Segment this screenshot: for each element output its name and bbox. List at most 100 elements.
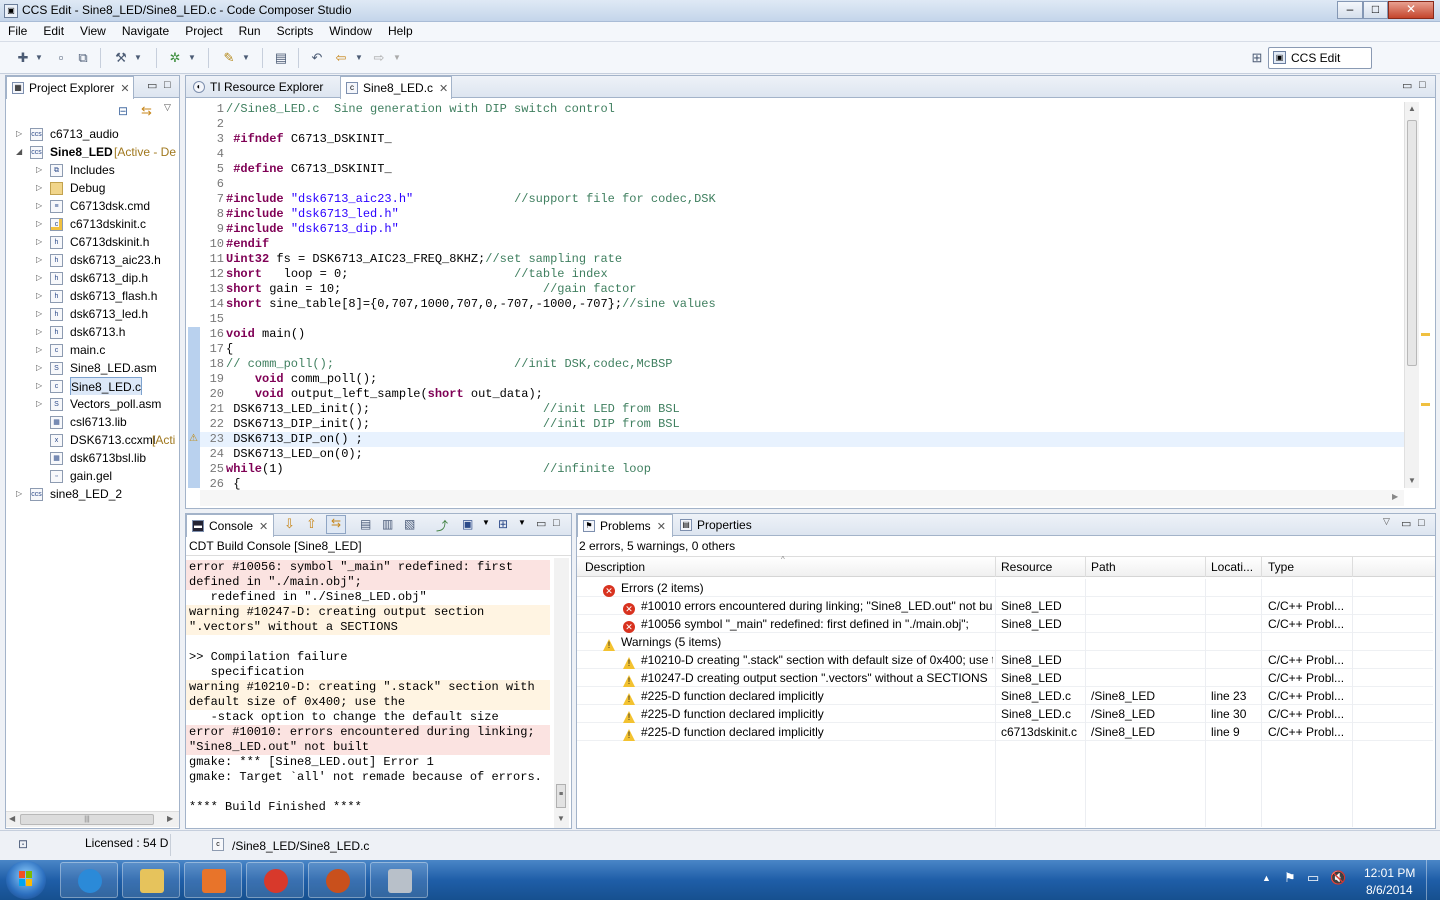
collapsed-arrow-icon[interactable]: ▷ (36, 179, 46, 197)
taskbar-app-button[interactable] (122, 862, 180, 898)
collapsed-arrow-icon[interactable]: ▷ (36, 305, 46, 323)
code-line[interactable]: 11 Uint32 fs = DSK6713_AIC23_FREQ_8KHZ;//… (200, 252, 1404, 267)
code-editor[interactable]: 1//Sine8_LED.c Sine generation with DIP … (200, 102, 1404, 492)
menu-view[interactable]: View (72, 22, 114, 38)
perspective-ccs-edit-button[interactable]: ▣ CCS Edit (1268, 47, 1372, 69)
maximize-icon[interactable]: □ (553, 517, 560, 529)
menu-navigate[interactable]: Navigate (114, 22, 177, 38)
back-arrow-icon[interactable]: ⇦ (332, 48, 350, 68)
problem-row[interactable]: ! #10247-D creating output section ".vect… (577, 669, 1433, 687)
menu-run[interactable]: Run (231, 22, 269, 38)
code-line[interactable]: 22 DSK6713_DIP_init(); //init DIP from B… (200, 417, 1404, 432)
fast-view-icon[interactable]: ⊡ (18, 837, 28, 851)
editor-vertical-scrollbar[interactable]: ▲ ▼ (1404, 102, 1419, 488)
open-console-dropdown-icon[interactable]: ▼ (518, 518, 526, 527)
collapsed-arrow-icon[interactable]: ▷ (36, 215, 46, 233)
code-line[interactable]: 4 (200, 147, 1404, 162)
show-desktop-button[interactable] (1426, 860, 1440, 900)
show-hidden-icons-icon[interactable]: ▲ (1262, 873, 1271, 883)
code-line[interactable]: 14 short sine_table[8]={0,707,1000,707,0,… (200, 297, 1404, 312)
new-icon[interactable]: ✚ (14, 48, 32, 68)
code-line[interactable]: 12 short loop = 0; //table index (200, 267, 1404, 282)
back-dropdown-icon[interactable]: ▼ (354, 48, 364, 68)
overview-warning-mark[interactable] (1421, 333, 1430, 336)
build-dropdown-icon[interactable]: ▼ (133, 48, 143, 68)
minimize-icon[interactable]: ▭ (147, 79, 157, 92)
maximize-icon[interactable]: □ (1418, 517, 1425, 529)
column-type[interactable]: Type (1268, 560, 1294, 574)
tree-item[interactable]: ▷ Debug (6, 179, 182, 197)
tree-item[interactable]: ▷ h dsk6713_aic23.h (6, 251, 182, 269)
tree-item[interactable]: ▫ gain.gel (6, 467, 182, 485)
group-expand-arrow-icon[interactable] (587, 633, 599, 651)
last-edit-icon[interactable]: ↶ (308, 48, 326, 68)
maximize-icon[interactable]: □ (1419, 79, 1426, 91)
tab-ti-resource-explorer[interactable]: ◐ TI Resource Explorer (188, 76, 338, 98)
column-path[interactable]: Path (1091, 560, 1116, 574)
problem-group-row[interactable]: ! Warnings (5 items) (577, 633, 1433, 651)
warning-marker-icon[interactable]: ⚠ (189, 433, 200, 444)
previous-error-icon[interactable]: ⇧ (306, 516, 317, 532)
collapsed-arrow-icon[interactable]: ▷ (36, 251, 46, 269)
tree-item[interactable]: ▷ h dsk6713_flash.h (6, 287, 182, 305)
minimize-icon[interactable]: ▭ (536, 517, 546, 530)
action-center-flag-icon[interactable]: ⚑ (1284, 870, 1296, 886)
tab-sine8-led-c[interactable]: c Sine8_LED.c ✕ (340, 76, 452, 99)
taskbar-app-button[interactable] (60, 862, 118, 898)
scrollbar-thumb[interactable]: ||| (20, 814, 154, 825)
tab-project-explorer[interactable]: ▦ Project Explorer ✕ (6, 76, 134, 99)
group-expand-arrow-icon[interactable] (587, 579, 599, 597)
collapsed-arrow-icon[interactable]: ▷ (36, 161, 46, 179)
close-tab-icon[interactable]: ✕ (259, 521, 268, 533)
code-line[interactable]: 16 void main() (200, 327, 1404, 342)
menu-window[interactable]: Window (321, 22, 380, 38)
menu-file[interactable]: File (0, 22, 35, 38)
flash-tool-icon[interactable]: ✎ (220, 48, 238, 68)
open-perspective-icon[interactable]: ⊞ (1248, 48, 1266, 68)
tree-item[interactable]: ▷ ccs c6713_audio (6, 125, 182, 143)
word-wrap-icon[interactable]: ▧ (404, 517, 415, 531)
column-location[interactable]: Locati... (1211, 560, 1253, 574)
tree-item[interactable]: ▦ dsk6713bsl.lib (6, 449, 182, 467)
open-console-icon[interactable]: ⊞ (498, 517, 508, 531)
close-tab-icon[interactable]: ✕ (120, 83, 129, 95)
debug-dropdown-icon[interactable]: ▼ (187, 48, 197, 68)
scroll-lock-icon[interactable]: ▥ (382, 517, 393, 531)
taskbar-app-button[interactable] (184, 862, 242, 898)
view-menu-icon[interactable]: ▽ (1383, 516, 1390, 527)
minimize-icon[interactable]: ▭ (1402, 79, 1412, 92)
view-menu-icon[interactable]: ▽ (164, 102, 171, 113)
code-line[interactable]: 21 DSK6713_LED_init(); //init LED from B… (200, 402, 1404, 417)
editor-horizontal-scrollbar[interactable]: ▶ (200, 490, 1404, 506)
collapsed-arrow-icon[interactable]: ▷ (36, 287, 46, 305)
tree-item[interactable]: ▷ c c6713dskinit.c (6, 215, 182, 233)
code-line[interactable]: 1//Sine8_LED.c Sine generation with DIP … (200, 102, 1404, 117)
tree-item[interactable]: ▷ h dsk6713_led.h (6, 305, 182, 323)
console-vertical-scrollbar[interactable]: ▼ ≡ (554, 558, 569, 828)
problem-row[interactable]: ! #225-D function declared implicitly Sine… (577, 687, 1433, 705)
problem-row[interactable]: ! #225-D function declared implicitly c671… (577, 723, 1433, 741)
column-resource[interactable]: Resource (1001, 560, 1052, 574)
tab-properties[interactable]: ▤ Properties (675, 514, 755, 536)
toggle-view-icon[interactable]: ▤ (272, 48, 290, 68)
clock-date[interactable]: 8/6/2014 (1366, 883, 1413, 897)
tree-horizontal-scrollbar[interactable]: ◀ ||| ▶ (6, 811, 179, 827)
save-all-icon[interactable]: ⧉ (74, 48, 92, 68)
save-icon[interactable]: ▫ (52, 48, 70, 68)
display-console-icon[interactable]: ▣ (462, 517, 473, 531)
build-hammer-icon[interactable]: ⚒ (112, 48, 130, 68)
code-line[interactable]: 25 while(1) //infinite loop (200, 462, 1404, 477)
menu-edit[interactable]: Edit (35, 22, 72, 38)
tree-item[interactable]: ▷ h dsk6713.h (6, 323, 182, 341)
code-line[interactable]: 10 #endif (200, 237, 1404, 252)
tree-item[interactable]: ▷ S Sine8_LED.asm (6, 359, 182, 377)
overview-warning-mark[interactable] (1421, 403, 1430, 406)
code-line[interactable]: 6 (200, 177, 1404, 192)
code-line[interactable]: 2 (200, 117, 1404, 132)
volume-muted-icon[interactable]: 🔇 (1330, 870, 1346, 886)
problem-row[interactable]: ✕ #10056 symbol "_main" redefined: first … (577, 615, 1433, 633)
code-line[interactable]: 18// comm_poll(); //init DSK,codec,McBSP (200, 357, 1404, 372)
code-line[interactable]: 20 void output_left_sample(short out_dat… (200, 387, 1404, 402)
clear-console-icon[interactable]: ▤ (360, 517, 371, 531)
collapsed-arrow-icon[interactable]: ▷ (16, 485, 26, 503)
